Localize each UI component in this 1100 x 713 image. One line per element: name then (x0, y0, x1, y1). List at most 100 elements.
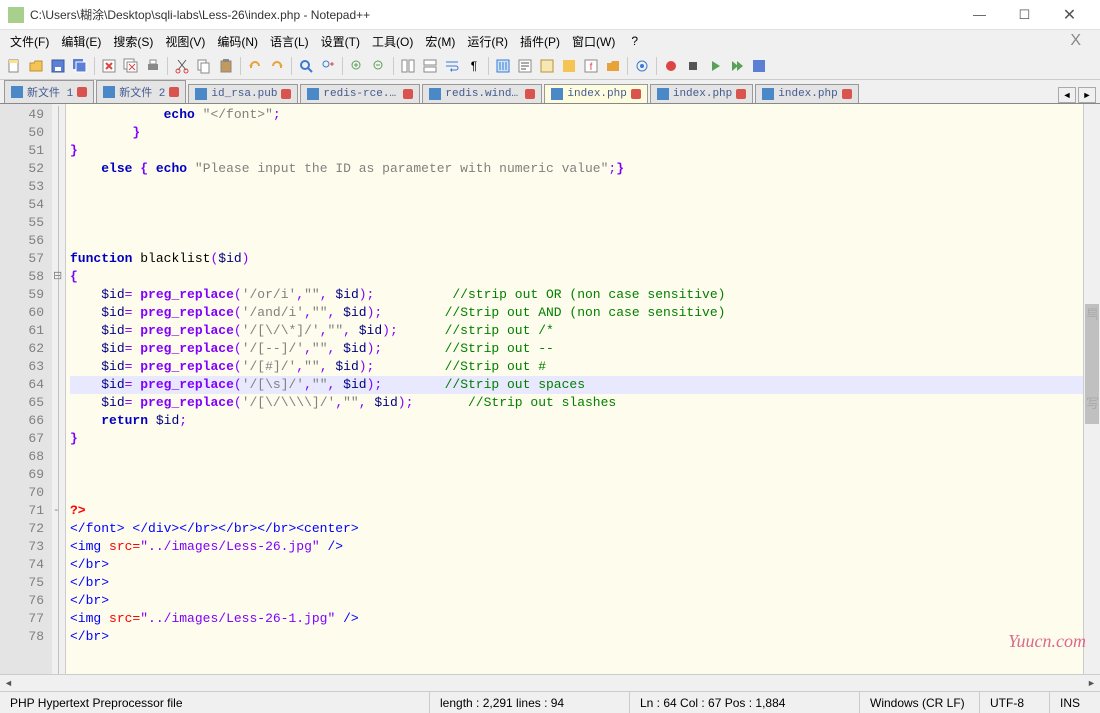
menu-plugins[interactable]: 插件(P) (514, 31, 566, 52)
user-lang-icon[interactable] (515, 56, 535, 76)
code-line-58[interactable]: { (70, 268, 1083, 286)
code-line-56[interactable] (70, 232, 1083, 250)
play-macro-icon[interactable] (705, 56, 725, 76)
code-line-70[interactable] (70, 484, 1083, 502)
folder-workspace-icon[interactable] (603, 56, 623, 76)
menu-run[interactable]: 运行(R) (461, 31, 514, 52)
tab-close-icon[interactable] (169, 87, 179, 97)
code-line-59[interactable]: $id= preg_replace('/or/i',"", $id); //st… (70, 286, 1083, 304)
code-line-78[interactable]: </br> (70, 628, 1083, 646)
indent-guide-icon[interactable] (493, 56, 513, 76)
menu-window[interactable]: 窗口(W) (566, 31, 621, 52)
cut-icon[interactable] (172, 56, 192, 76)
paste-icon[interactable] (216, 56, 236, 76)
code-line-51[interactable]: } (70, 142, 1083, 160)
menu-tools[interactable]: 工具(O) (366, 31, 419, 52)
code-line-73[interactable]: <img src="../images/Less-26.jpg" /> (70, 538, 1083, 556)
zoom-out-icon[interactable] (369, 56, 389, 76)
tab-6[interactable]: index.php (650, 84, 753, 103)
show-all-chars-icon[interactable]: ¶ (464, 56, 484, 76)
code-line-54[interactable] (70, 196, 1083, 214)
save-macro-icon[interactable] (749, 56, 769, 76)
tab-close-icon[interactable] (631, 89, 641, 99)
stop-macro-icon[interactable] (683, 56, 703, 76)
code-line-64[interactable]: $id= preg_replace('/[\s]/',"", $id); //S… (70, 376, 1083, 394)
record-macro-icon[interactable] (661, 56, 681, 76)
menu-view[interactable]: 视图(V) (159, 31, 211, 52)
play-multi-icon[interactable] (727, 56, 747, 76)
new-file-icon[interactable] (4, 56, 24, 76)
code-line-72[interactable]: </font> </div></br></br></br><center> (70, 520, 1083, 538)
find-icon[interactable] (296, 56, 316, 76)
menu-file[interactable]: 文件(F) (4, 31, 55, 52)
doc-map-icon[interactable] (537, 56, 557, 76)
tab-0[interactable]: 新文件 1 (4, 80, 94, 103)
code-line-71[interactable]: ?> (70, 502, 1083, 520)
save-all-icon[interactable] (70, 56, 90, 76)
save-icon[interactable] (48, 56, 68, 76)
tab-close-icon[interactable] (403, 89, 413, 99)
copy-icon[interactable] (194, 56, 214, 76)
code-line-74[interactable]: </br> (70, 556, 1083, 574)
code-line-49[interactable]: echo "</font>"; (70, 106, 1083, 124)
menu-help[interactable]: ? (625, 32, 644, 50)
hscroll-left[interactable]: ◄ (0, 675, 17, 691)
open-file-icon[interactable] (26, 56, 46, 76)
function-list-icon[interactable]: f (581, 56, 601, 76)
tab-3[interactable]: redis-rce.py (300, 84, 420, 103)
code-line-55[interactable] (70, 214, 1083, 232)
hscroll-right[interactable]: ► (1083, 675, 1100, 691)
zoom-in-icon[interactable] (347, 56, 367, 76)
doc-list-icon[interactable] (559, 56, 579, 76)
code-line-77[interactable]: <img src="../images/Less-26-1.jpg" /> (70, 610, 1083, 628)
horizontal-scrollbar[interactable]: ◄ ► (0, 674, 1100, 691)
word-wrap-icon[interactable] (442, 56, 462, 76)
code-line-76[interactable]: </br> (70, 592, 1083, 610)
menu-search[interactable]: 搜索(S) (107, 31, 159, 52)
code-line-67[interactable]: } (70, 430, 1083, 448)
undo-icon[interactable] (245, 56, 265, 76)
menu-edit[interactable]: 编辑(E) (55, 31, 107, 52)
redo-icon[interactable] (267, 56, 287, 76)
close-button[interactable]: ✕ (1047, 1, 1092, 29)
code-line-65[interactable]: $id= preg_replace('/[\/\\\\]/',"", $id);… (70, 394, 1083, 412)
menu-macro[interactable]: 宏(M) (419, 31, 461, 52)
code-line-60[interactable]: $id= preg_replace('/and/i',"", $id); //S… (70, 304, 1083, 322)
print-icon[interactable] (143, 56, 163, 76)
code-line-62[interactable]: $id= preg_replace('/[--]/',"", $id); //S… (70, 340, 1083, 358)
code-line-57[interactable]: function blacklist($id) (70, 250, 1083, 268)
code-line-63[interactable]: $id= preg_replace('/[#]/',"", $id); //St… (70, 358, 1083, 376)
tab-close-x[interactable]: X (1070, 32, 1081, 50)
replace-icon[interactable] (318, 56, 338, 76)
tab-1[interactable]: 新文件 2 (96, 80, 186, 103)
code-line-69[interactable] (70, 466, 1083, 484)
maximize-button[interactable]: ☐ (1002, 1, 1047, 29)
sync-hscroll-icon[interactable] (420, 56, 440, 76)
tab-4[interactable]: redis.windows.conf (422, 84, 542, 103)
code-line-75[interactable]: </br> (70, 574, 1083, 592)
menu-settings[interactable]: 设置(T) (315, 31, 366, 52)
menu-encoding[interactable]: 编码(N) (211, 31, 264, 52)
sync-vscroll-icon[interactable] (398, 56, 418, 76)
code-line-66[interactable]: return $id; (70, 412, 1083, 430)
menu-language[interactable]: 语言(L) (264, 31, 315, 52)
code-area[interactable]: echo "</font>"; }} else { echo "Please i… (66, 104, 1083, 674)
code-line-61[interactable]: $id= preg_replace('/[\/\*]/',"", $id); /… (70, 322, 1083, 340)
code-line-53[interactable] (70, 178, 1083, 196)
close-all-icon[interactable] (121, 56, 141, 76)
monitor-icon[interactable] (632, 56, 652, 76)
tab-2[interactable]: id_rsa.pub (188, 84, 298, 103)
code-line-52[interactable]: else { echo "Please input the ID as para… (70, 160, 1083, 178)
tab-close-icon[interactable] (77, 87, 87, 97)
minimize-button[interactable]: — (957, 1, 1002, 29)
tab-close-icon[interactable] (525, 89, 535, 99)
code-line-68[interactable] (70, 448, 1083, 466)
tab-close-icon[interactable] (842, 89, 852, 99)
tab-close-icon[interactable] (281, 89, 291, 99)
tab-scroll-left[interactable]: ◄ (1058, 87, 1076, 103)
tab-7[interactable]: index.php (755, 84, 858, 103)
tab-5[interactable]: index.php (544, 84, 647, 103)
close-file-icon[interactable] (99, 56, 119, 76)
tab-close-icon[interactable] (736, 89, 746, 99)
fold-column[interactable]: ⊟- (52, 104, 66, 674)
